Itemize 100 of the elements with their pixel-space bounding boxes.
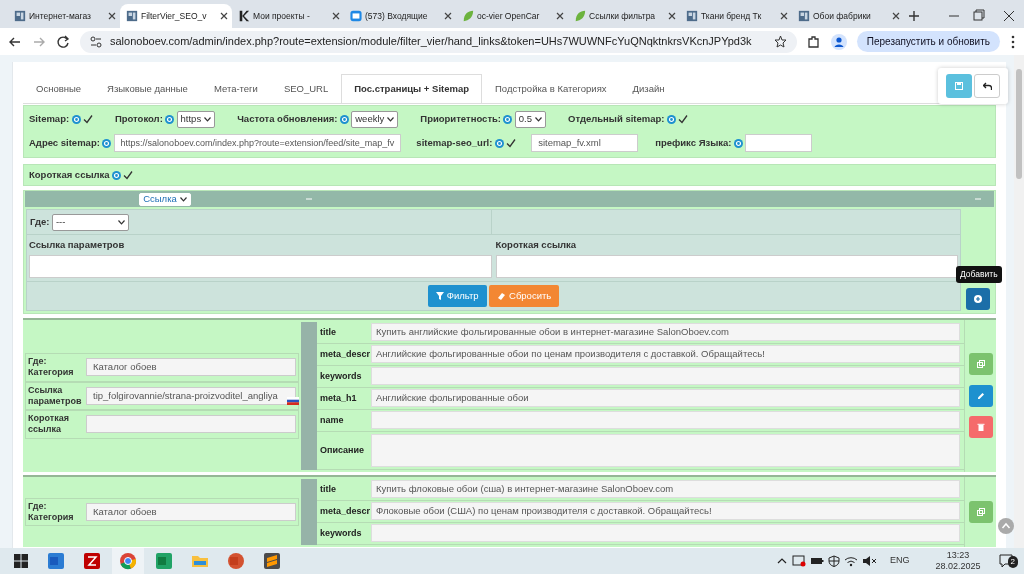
input-field[interactable]: [495, 254, 958, 278]
save-icon: [954, 82, 963, 90]
input-field[interactable]: Каталог обоев: [86, 502, 296, 521]
field-label: Отдельный sitemap:: [568, 112, 665, 127]
browser-tab[interactable]: Ссылки фильтра: [568, 4, 680, 28]
filter-button[interactable]: Фильтр: [427, 284, 487, 307]
input-field[interactable]: [371, 524, 960, 543]
settings-tab[interactable]: Дизайн: [619, 74, 678, 104]
field-label: Где: Категория: [28, 500, 75, 523]
input-field[interactable]: [86, 415, 296, 434]
input-field[interactable]: Английские фольгированные обои по ценам производителя с доставкой. Обращайтесь!: [371, 345, 960, 364]
close-icon[interactable]: [444, 12, 452, 20]
input-field[interactable]: [29, 254, 492, 278]
field-label: keywords: [319, 526, 363, 540]
clock-time[interactable]: 13:23: [935, 550, 981, 561]
extensions-icon[interactable]: [806, 34, 821, 49]
browser-tab[interactable]: Интернет-магаз: [8, 4, 120, 28]
chevron-up-icon[interactable]: [776, 556, 788, 566]
close-icon[interactable]: [780, 12, 788, 20]
tab-favicon-icon: [126, 10, 138, 22]
input-field[interactable]: Английские фольгированные обои: [371, 389, 960, 408]
close-icon[interactable]: [332, 12, 340, 20]
sublime-app-icon[interactable]: [263, 552, 281, 570]
caret-icon: [387, 116, 395, 122]
filezilla-app-icon[interactable]: [83, 552, 101, 570]
close-icon[interactable]: [108, 12, 116, 20]
dropdown[interactable]: weekly: [351, 110, 399, 128]
flag-icon: [287, 396, 299, 405]
profile-icon[interactable]: [830, 33, 847, 50]
settings-tab[interactable]: Подстройка в Категориях: [482, 74, 620, 104]
field-label: Приоритетность:: [420, 112, 502, 127]
input-field[interactable]: [371, 411, 960, 430]
browser-tab[interactable]: Мои проекты -: [232, 4, 344, 28]
more-icon[interactable]: [1010, 34, 1016, 49]
scrollbar[interactable]: [1014, 55, 1024, 548]
powerpoint-app-icon[interactable]: [227, 552, 245, 570]
field-label: sitemap-seo_url:: [416, 136, 493, 151]
reload-icon[interactable]: [56, 34, 70, 49]
help-icon: [733, 138, 743, 148]
tab-favicon-icon: [462, 10, 474, 22]
relaunch-button[interactable]: Перезапустить и обновить: [856, 31, 1000, 52]
input-field[interactable]: tip_folgirovannie/strana-proizvoditel_angliya: [86, 386, 296, 405]
column-dropdown[interactable]: Ссылка: [139, 192, 191, 206]
close-icon[interactable]: [220, 12, 228, 20]
input-field[interactable]: Каталог обоев: [86, 358, 296, 377]
edit-button[interactable]: [968, 384, 993, 407]
language-indicator[interactable]: ENG: [890, 554, 910, 568]
browser-tab[interactable]: oc-vier OpenCar: [456, 4, 568, 28]
field-label: Короткая ссылка: [28, 413, 70, 436]
word-app-icon[interactable]: [47, 552, 65, 570]
chrome-app-icon[interactable]: [119, 552, 137, 570]
browser-tab[interactable]: Ткани бренд Тк: [680, 4, 792, 28]
tray-app-icon[interactable]: [792, 555, 806, 567]
input-field[interactable]: [745, 134, 813, 153]
settings-tab[interactable]: Пос.страницы + Sitemap: [341, 74, 482, 104]
settings-tab[interactable]: Мета-теги: [200, 74, 271, 104]
copy-icon: [976, 507, 985, 516]
input-field[interactable]: https://salonoboev.com/index.php?route=extension/feed/site_map_fv: [113, 134, 402, 153]
settings-tab[interactable]: Языковые данные: [94, 74, 201, 104]
clock-date[interactable]: 28.02.2025: [935, 561, 981, 572]
plus-circle-icon: [974, 294, 982, 303]
trash-icon: [976, 423, 985, 432]
excel-app-icon[interactable]: [155, 552, 173, 570]
input-field[interactable]: [371, 367, 960, 386]
tab-favicon-icon: [574, 10, 586, 22]
browser-tab[interactable]: Обои фабрики: [792, 4, 904, 28]
input-field[interactable]: Купить флоковые обои (сша) в интернет-магазине SalonOboev.com: [371, 480, 960, 499]
close-icon[interactable]: [668, 12, 676, 20]
browser-tab[interactable]: (573) Входящие: [344, 4, 456, 28]
battery-icon[interactable]: [810, 555, 824, 567]
delete-button[interactable]: [968, 416, 993, 439]
star-icon[interactable]: [773, 35, 787, 48]
site-settings-icon[interactable]: [90, 35, 102, 48]
funnel-icon: [435, 291, 444, 300]
help-icon: [666, 114, 676, 124]
shield-icon[interactable]: [828, 555, 840, 567]
back-button[interactable]: [974, 74, 1000, 98]
notification-count: 2: [1007, 556, 1018, 568]
caret-icon: [179, 196, 187, 202]
input-field[interactable]: Флоковые обои (США) по ценам производителя с доставкой. Обращайтесь!: [371, 502, 960, 521]
input-field[interactable]: sitemap_fv.xml: [531, 134, 639, 153]
tab-favicon-icon: [14, 10, 26, 22]
field-label: title: [319, 482, 337, 496]
browser-tab[interactable]: FilterVier_SEO_v: [120, 4, 232, 28]
settings-tab[interactable]: SEO_URL: [270, 74, 342, 104]
speaker-muted-icon[interactable]: [862, 555, 878, 567]
where-dropdown[interactable]: ---: [51, 213, 129, 231]
add-button[interactable]: [966, 287, 990, 310]
dropdown[interactable]: 0.5: [514, 110, 546, 128]
field-label: Адрес sitemap:: [29, 136, 100, 151]
field-label: meta_h1: [319, 391, 358, 405]
field-label: name: [319, 413, 345, 427]
field-label: title: [319, 325, 337, 339]
input-field[interactable]: Купить английские фольгированные обои в интернет-магазине SalonOboev.com: [371, 323, 960, 342]
wifi-icon[interactable]: [844, 555, 858, 567]
dropdown[interactable]: https: [176, 110, 216, 128]
close-icon[interactable]: [892, 12, 900, 20]
caret-icon: [535, 116, 542, 122]
close-icon[interactable]: [556, 12, 564, 20]
settings-tab[interactable]: Основные: [23, 74, 95, 104]
